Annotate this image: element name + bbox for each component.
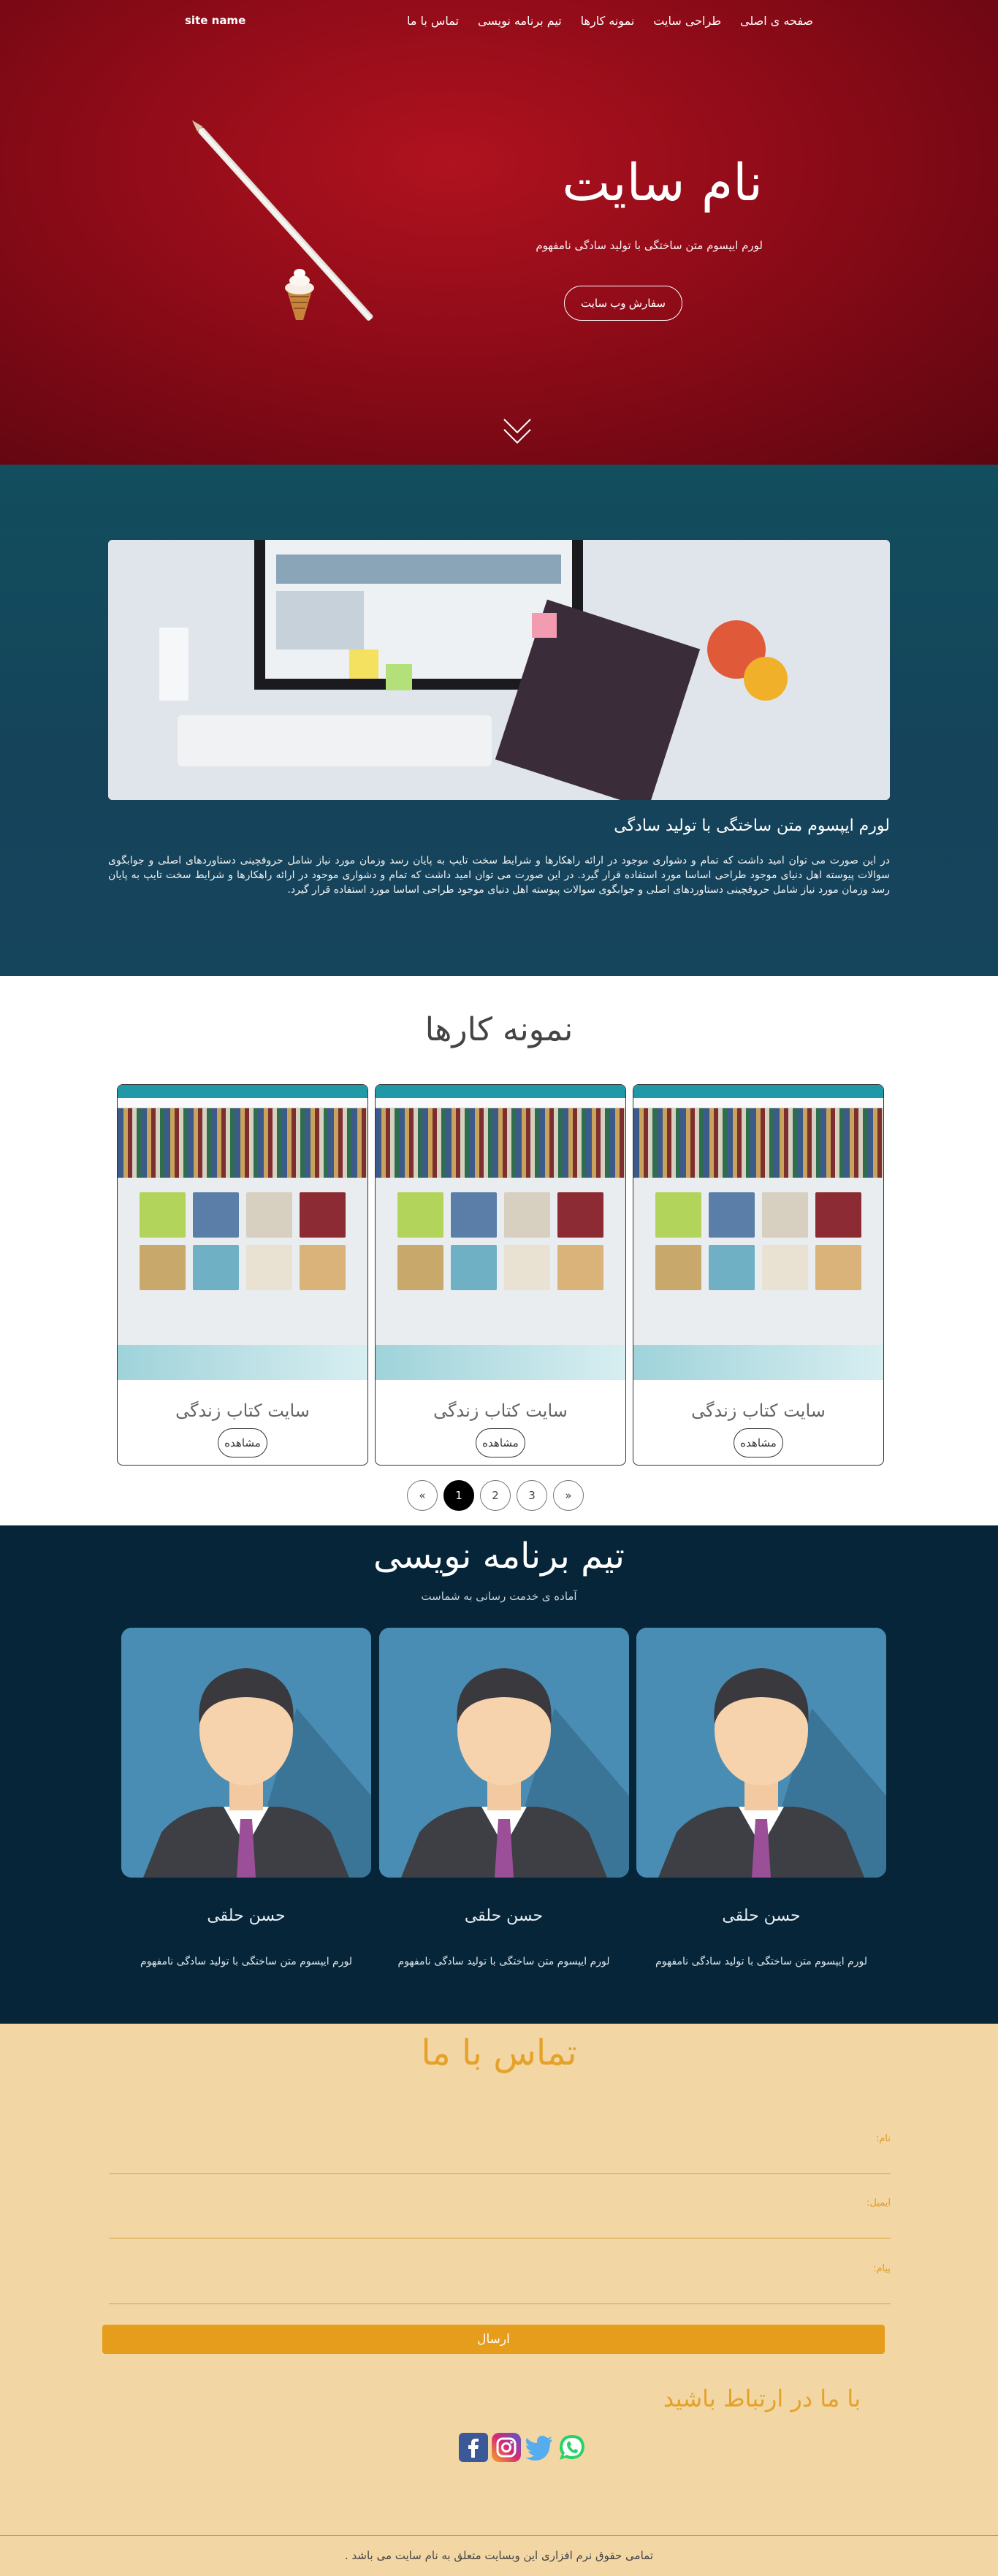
member-description: لورم ایپسوم متن ساختگی با تولید سادگی نا… <box>397 1956 610 1967</box>
screenshot-banner <box>118 1108 367 1178</box>
workspace-image <box>108 540 890 800</box>
name-input[interactable] <box>109 2144 891 2173</box>
order-website-button[interactable]: سفارش وب سایت <box>563 286 682 321</box>
message-field-group: پیام: <box>109 2263 891 2304</box>
view-button[interactable]: مشاهده <box>476 1428 525 1457</box>
icecream-illustration <box>285 269 314 320</box>
screenshot-menu <box>118 1098 367 1108</box>
screenshot-menu <box>633 1098 883 1108</box>
team-subtitle: آماده ی خدمت رسانی به شماست <box>421 1590 577 1603</box>
member-description: لورم ایپسوم متن ساختگی با تولید سادگی نا… <box>140 1956 352 1967</box>
screenshot-banner <box>376 1108 625 1178</box>
pagination-page-2[interactable]: 2 <box>480 1480 511 1511</box>
instagram-icon[interactable] <box>492 2433 521 2462</box>
twitter-icon[interactable] <box>525 2433 554 2462</box>
message-input[interactable] <box>109 2274 891 2303</box>
chevron-double-down-icon[interactable] <box>501 415 533 447</box>
navbar-inner: صفحه ی اصلی طراحی سایت نمونه کارها تیم ب… <box>185 0 813 41</box>
about-title: لورم ایپسوم متن ساختگی با تولید سادگی <box>614 817 890 835</box>
contact-title: تماس با ما <box>421 2032 577 2073</box>
message-label: پیام: <box>873 2263 891 2274</box>
pagination-page-3[interactable]: 3 <box>517 1480 547 1511</box>
nav-menu: صفحه ی اصلی طراحی سایت نمونه کارها تیم ب… <box>407 14 813 28</box>
avatar <box>636 1628 886 1878</box>
view-button[interactable]: مشاهده <box>218 1428 267 1457</box>
screenshot-header <box>118 1085 367 1098</box>
keep-in-touch-heading: با ما در ارتباط باشید <box>663 2385 861 2412</box>
about-paragraph: در این صورت می توان امید داشت که تمام و … <box>108 855 890 896</box>
site-screenshot <box>376 1085 625 1380</box>
member-description: لورم ایپسوم متن ساختگی با تولید سادگی نا… <box>655 1956 867 1967</box>
nav-link-contact[interactable]: تماس با ما <box>407 14 459 28</box>
portfolio-title: نمونه کارها <box>424 1011 574 1048</box>
card-title: سایت کتاب زندگی <box>433 1401 568 1421</box>
about-section: لورم ایپسوم متن ساختگی با تولید سادگی در… <box>0 465 998 976</box>
nav-item-contact: تماس با ما <box>407 14 459 28</box>
team-title: تیم برنامه نویسی <box>373 1536 625 1577</box>
screenshot-footer <box>118 1345 367 1380</box>
nav-item-web-design: طراحی سایت <box>653 14 721 28</box>
top-navbar: صفحه ی اصلی طراحی سایت نمونه کارها تیم ب… <box>0 0 998 41</box>
nav-link-web-design[interactable]: طراحی سایت <box>653 14 721 28</box>
team-member: حسن حلقی لورم ایپسوم متن ساختگی با تولید… <box>121 1628 371 1967</box>
hero-title: نام سایت <box>562 153 763 213</box>
view-button[interactable]: مشاهده <box>734 1428 783 1457</box>
team-section: تیم برنامه نویسی آماده ی خدمت رسانی به ش… <box>0 1525 998 2024</box>
team-member: حسن حلقی لورم ایپسوم متن ساختگی با تولید… <box>378 1628 629 1967</box>
email-input[interactable] <box>109 2209 891 2238</box>
screenshot-book-grid <box>118 1178 367 1305</box>
nav-link-home[interactable]: صفحه ی اصلی <box>740 14 813 28</box>
pagination-prev[interactable]: « <box>407 1480 438 1511</box>
hero-subtitle: لورم ایپسوم متن ساختگی با تولید سادگی نا… <box>536 239 763 252</box>
avatar <box>121 1628 371 1878</box>
portfolio-card: سایت کتاب زندگی مشاهده <box>633 1084 884 1466</box>
nav-item-home: صفحه ی اصلی <box>740 14 813 28</box>
avatar <box>378 1628 629 1878</box>
member-name: حسن حلقی <box>207 1907 286 1925</box>
nav-link-portfolio[interactable]: نمونه کارها <box>581 14 635 28</box>
member-name: حسن حلقی <box>464 1907 544 1925</box>
team-member: حسن حلقی لورم ایپسوم متن ساختگی با تولید… <box>636 1628 886 1967</box>
site-screenshot <box>118 1085 367 1380</box>
site-footer: تمامی حقوق نرم افزاری این وبسایت متعلق ب… <box>0 2535 998 2576</box>
contact-section: تماس با ما نام: ایمیل: پیام: ارسال با ما… <box>0 2024 998 2535</box>
screenshot-header <box>633 1085 883 1098</box>
portfolio-card: سایت کتاب زندگی مشاهده <box>117 1084 368 1466</box>
whatsapp-icon[interactable] <box>557 2433 587 2462</box>
facebook-icon[interactable] <box>459 2433 488 2462</box>
portfolio-card: سایت کتاب زندگی مشاهده <box>375 1084 626 1466</box>
pagination-next[interactable]: » <box>553 1480 584 1511</box>
pagination-page-1[interactable]: 1 <box>443 1480 474 1511</box>
screenshot-banner <box>633 1108 883 1178</box>
member-name: حسن حلقی <box>722 1907 801 1925</box>
nav-item-team: تیم برنامه نویسی <box>478 14 562 28</box>
name-label: نام: <box>875 2133 891 2144</box>
name-field-group: نام: <box>109 2133 891 2174</box>
screenshot-footer <box>633 1345 883 1380</box>
nav-link-team[interactable]: تیم برنامه نویسی <box>478 14 562 28</box>
portfolio-section: نمونه کارها سایت کتاب زندگی مشاهده سایت … <box>0 976 998 1525</box>
email-field-group: ایمیل: <box>109 2198 891 2238</box>
screenshot-menu <box>376 1098 625 1108</box>
workspace-illustration <box>108 540 890 800</box>
send-button[interactable]: ارسال <box>102 2325 885 2354</box>
hero-section: نام سایت لورم ایپسوم متن ساختگی با تولید… <box>0 0 998 465</box>
card-title: سایت کتاب زندگی <box>691 1401 826 1421</box>
screenshot-header <box>376 1085 625 1098</box>
portfolio-cards: سایت کتاب زندگی مشاهده سایت کتاب زندگی م… <box>117 1084 884 1466</box>
site-screenshot <box>633 1085 883 1380</box>
copyright-text: تمامی حقوق نرم افزاری این وبسایت متعلق ب… <box>344 2549 653 2562</box>
pagination: « 1 2 3 » <box>407 1480 584 1511</box>
card-title: سایت کتاب زندگی <box>175 1401 310 1421</box>
team-members: حسن حلقی لورم ایپسوم متن ساختگی با تولید… <box>121 1628 886 1967</box>
screenshot-footer <box>376 1345 625 1380</box>
screenshot-book-grid <box>376 1178 625 1305</box>
email-label: ایمیل: <box>866 2198 891 2209</box>
social-links <box>459 2433 587 2462</box>
nav-item-portfolio: نمونه کارها <box>581 14 635 28</box>
site-brand[interactable]: site name <box>185 14 245 27</box>
screenshot-book-grid <box>633 1178 883 1305</box>
hero-text: نام سایت لورم ایپسوم متن ساختگی با تولید… <box>500 150 763 321</box>
